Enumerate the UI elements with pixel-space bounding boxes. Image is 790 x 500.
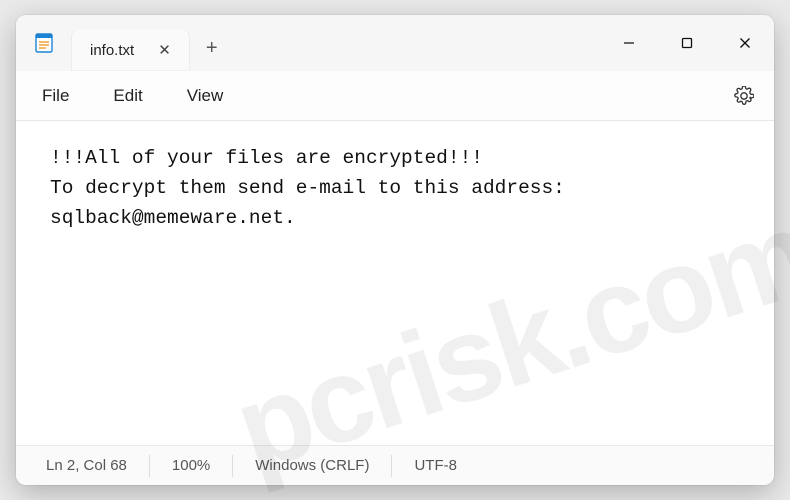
titlebar: info.txt ✕ + bbox=[16, 15, 774, 71]
tab-strip: info.txt ✕ bbox=[72, 15, 189, 71]
maximize-button[interactable] bbox=[658, 15, 716, 71]
menu-file[interactable]: File bbox=[20, 78, 91, 114]
text-editor-area[interactable]: !!!All of your files are encrypted!!! To… bbox=[16, 121, 774, 445]
tab-close-icon[interactable]: ✕ bbox=[158, 41, 171, 59]
gear-icon bbox=[734, 86, 754, 106]
settings-button[interactable] bbox=[722, 78, 766, 114]
menubar: File Edit View bbox=[16, 71, 774, 121]
status-zoom[interactable]: 100% bbox=[150, 446, 232, 485]
notepad-window: info.txt ✕ + File Edit View bbox=[16, 15, 774, 485]
statusbar: Ln 2, Col 68 100% Windows (CRLF) UTF-8 bbox=[16, 445, 774, 485]
status-encoding: UTF-8 bbox=[392, 446, 479, 485]
menu-view[interactable]: View bbox=[165, 78, 246, 114]
close-button[interactable] bbox=[716, 15, 774, 71]
plus-icon: + bbox=[206, 37, 218, 60]
content-line-1: !!!All of your files are encrypted!!! bbox=[50, 147, 483, 169]
window-controls bbox=[600, 15, 774, 71]
menu-edit[interactable]: Edit bbox=[91, 78, 164, 114]
notepad-app-icon bbox=[16, 15, 72, 71]
new-tab-button[interactable]: + bbox=[189, 25, 235, 71]
tab-info-txt[interactable]: info.txt ✕ bbox=[72, 29, 189, 71]
status-eol: Windows (CRLF) bbox=[233, 446, 391, 485]
tab-title: info.txt bbox=[90, 42, 134, 59]
minimize-button[interactable] bbox=[600, 15, 658, 71]
content-line-2: To decrypt them send e-mail to this addr… bbox=[50, 177, 577, 229]
status-position: Ln 2, Col 68 bbox=[24, 446, 149, 485]
